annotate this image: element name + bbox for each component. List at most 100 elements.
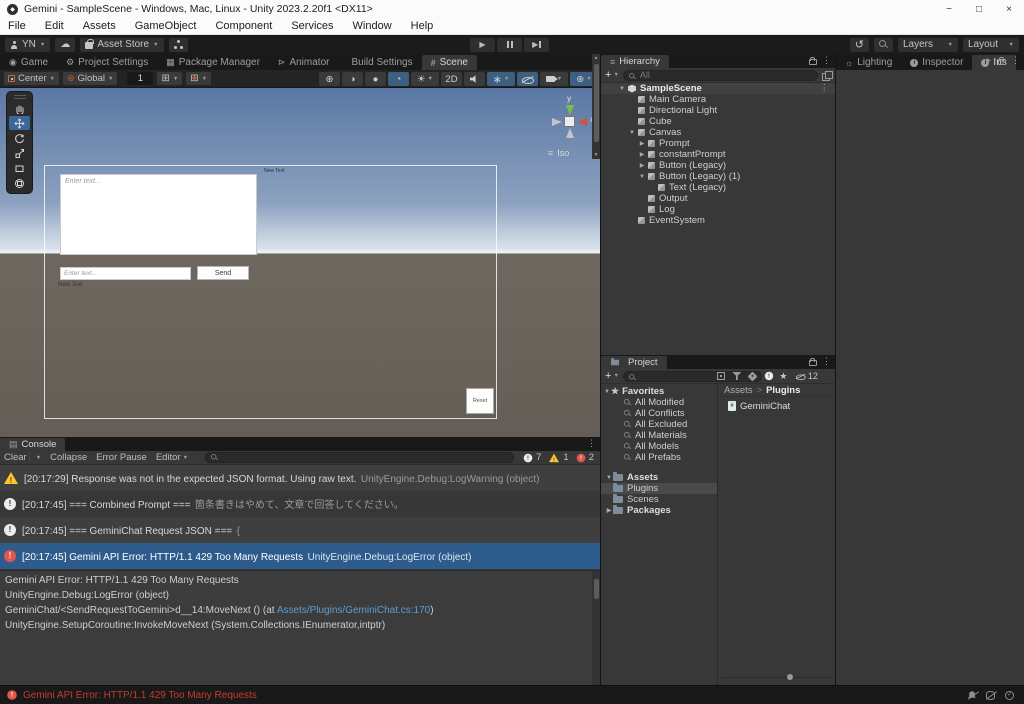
- panel-tab[interactable]: Lighting: [836, 55, 901, 70]
- favorite-search-item[interactable]: All Prefabs: [601, 452, 717, 463]
- scroll-up-icon[interactable]: ▲: [592, 55, 600, 61]
- pause-button[interactable]: [497, 38, 522, 52]
- hierarchy-item[interactable]: Output: [601, 193, 835, 204]
- favorites-header[interactable]: ▼ ★ Favorites: [601, 386, 717, 397]
- folder-item[interactable]: ▶ Packages: [601, 505, 717, 516]
- hierarchy-item[interactable]: EventSystem: [601, 215, 835, 226]
- close-button[interactable]: ×: [994, 0, 1024, 18]
- gizmo-center-cube[interactable]: [565, 117, 574, 126]
- console-log-entry[interactable]: [20:17:45] Gemini API Error: HTTP/1.1 42…: [0, 543, 600, 569]
- draw-mode-active-button[interactable]: ◔: [388, 72, 409, 86]
- foldout-arrow[interactable]: ▶: [638, 151, 646, 158]
- console-log-entry[interactable]: [20:17:45] === Combined Prompt === 箇条書きは…: [0, 491, 600, 517]
- layers-dropdown[interactable]: Layers ▼: [898, 38, 958, 52]
- hand-tool-button[interactable]: [9, 101, 30, 115]
- hierarchy-search-input[interactable]: [623, 70, 818, 81]
- view-tab[interactable]: Package Manager: [157, 55, 269, 70]
- favorite-search-item[interactable]: All Modified: [601, 397, 717, 408]
- menu-item[interactable]: File: [8, 20, 26, 32]
- scene-reset-button[interactable]: Reset: [466, 388, 494, 414]
- grid-visibility-dropdown[interactable]: ▼: [157, 72, 182, 85]
- folder-item[interactable]: Plugins: [601, 483, 717, 494]
- rotate-tool-button[interactable]: [9, 131, 30, 145]
- panel-menu-icon[interactable]: ⋮: [822, 357, 831, 366]
- foldout-arrow[interactable]: ▶: [638, 140, 646, 147]
- view-tab[interactable]: Scene: [422, 55, 477, 70]
- audio-toggle-button[interactable]: [464, 72, 485, 86]
- play-button[interactable]: ▶: [470, 38, 495, 52]
- status-message[interactable]: Gemini API Error: HTTP/1.1 429 Too Many …: [23, 690, 968, 701]
- effects-dropdown[interactable]: ▼: [487, 72, 515, 86]
- cloud-services-button[interactable]: ☁: [55, 38, 75, 52]
- stacktrace-link[interactable]: Assets/Plugins/GeminiChat.cs:170: [277, 605, 430, 616]
- scroll-down-icon[interactable]: ▼: [592, 152, 600, 158]
- lock-icon[interactable]: [808, 357, 816, 366]
- hierarchy-item[interactable]: ▼ Canvas: [601, 127, 835, 138]
- console-detail-pane[interactable]: Gemini API Error: HTTP/1.1 429 Too Many …: [0, 570, 600, 685]
- gizmo-y-axis[interactable]: [566, 105, 574, 115]
- undo-history-button[interactable]: ↺: [850, 38, 869, 52]
- asset-store-dropdown[interactable]: Asset Store ▼: [80, 38, 163, 52]
- scrollbar-thumb[interactable]: [594, 64, 599, 142]
- gizmo-left-axis[interactable]: [552, 118, 562, 126]
- favorite-search-item[interactable]: All Excluded: [601, 419, 717, 430]
- overlay-drag-handle[interactable]: [14, 95, 26, 96]
- detail-scrollbar[interactable]: [592, 571, 600, 685]
- slider-handle[interactable]: [787, 674, 793, 680]
- favorite-search-item[interactable]: All Materials: [601, 430, 717, 441]
- gizmo-x-axis[interactable]: [577, 118, 587, 126]
- grid-size-field[interactable]: 1: [127, 72, 153, 85]
- foldout-arrow[interactable]: ▶: [605, 507, 613, 514]
- hierarchy-item[interactable]: Main Camera: [601, 94, 835, 105]
- step-button[interactable]: ▶: [524, 38, 549, 52]
- menu-item[interactable]: Assets: [83, 20, 116, 32]
- create-object-dropdown[interactable]: +▼: [605, 69, 619, 81]
- menu-item[interactable]: Window: [353, 20, 392, 32]
- lock-icon[interactable]: [997, 56, 1005, 65]
- view-tab[interactable]: Animator: [269, 55, 339, 70]
- favorite-search-item[interactable]: All Models: [601, 441, 717, 452]
- scene-input-field[interactable]: Enter text...: [60, 267, 191, 280]
- gizmo-down-axis[interactable]: [566, 128, 574, 138]
- menu-item[interactable]: Edit: [45, 20, 64, 32]
- view-tab[interactable]: Project Settings: [57, 55, 157, 70]
- notifications-muted-icon[interactable]: [968, 691, 976, 699]
- draw-mode-half-button[interactable]: ◑: [342, 72, 363, 86]
- favorites-filter-icon[interactable]: ★: [779, 371, 791, 382]
- tab-overflow-icon[interactable]: ▶: [986, 57, 991, 64]
- camera-settings-dropdown[interactable]: ▼: [540, 72, 568, 86]
- clear-button[interactable]: Clear ▼: [4, 452, 41, 463]
- console-scrollbar[interactable]: ▲ ▼: [592, 54, 600, 159]
- scene-lighting-dropdown[interactable]: ☀▼: [411, 72, 439, 86]
- hierarchy-item[interactable]: Text (Legacy): [601, 182, 835, 193]
- foldout-arrow[interactable]: ▼: [628, 130, 636, 136]
- tab-project[interactable]: Project: [601, 356, 667, 369]
- lock-icon[interactable]: [808, 56, 816, 65]
- breadcrumb-root[interactable]: Assets: [724, 385, 753, 396]
- progress-idle-icon[interactable]: [1005, 691, 1014, 700]
- foldout-arrow[interactable]: ▼: [603, 389, 611, 395]
- scene-viewport[interactable]: y x ≡ Iso Enter text... New Text: [0, 88, 600, 437]
- collapse-toggle[interactable]: Collapse: [50, 452, 87, 463]
- folder-item[interactable]: Scenes: [601, 494, 717, 505]
- editor-dropdown[interactable]: Editor ▼: [156, 452, 188, 463]
- statusbar[interactable]: Gemini API Error: HTTP/1.1 429 Too Many …: [0, 685, 1024, 704]
- global-search-button[interactable]: [874, 38, 893, 52]
- error-pause-toggle[interactable]: Error Pause: [96, 452, 147, 463]
- maximize-button[interactable]: □: [964, 0, 994, 18]
- orientation-gizmo[interactable]: y x ≡ Iso: [540, 90, 600, 162]
- hidden-objects-toggle[interactable]: 12: [795, 371, 818, 381]
- view-tab[interactable]: Build Settings: [338, 55, 421, 70]
- foldout-arrow[interactable]: ▼: [605, 475, 613, 481]
- pivot-mode-dropdown[interactable]: Center ▼: [4, 72, 59, 85]
- warning-count-toggle[interactable]: 1: [547, 452, 568, 464]
- panel-menu-icon[interactable]: ⋮: [1011, 56, 1020, 65]
- move-tool-button[interactable]: [9, 116, 30, 130]
- info-count-toggle[interactable]: 7: [522, 452, 541, 464]
- panel-menu-icon[interactable]: ⋮: [822, 56, 831, 65]
- error-count-toggle[interactable]: 2: [575, 452, 594, 464]
- scene-send-button[interactable]: Send: [197, 266, 249, 280]
- scene-textarea[interactable]: Enter text...: [60, 174, 257, 255]
- draw-mode-shaded-button[interactable]: ●: [365, 72, 386, 86]
- hierarchy-item[interactable]: Cube: [601, 116, 835, 127]
